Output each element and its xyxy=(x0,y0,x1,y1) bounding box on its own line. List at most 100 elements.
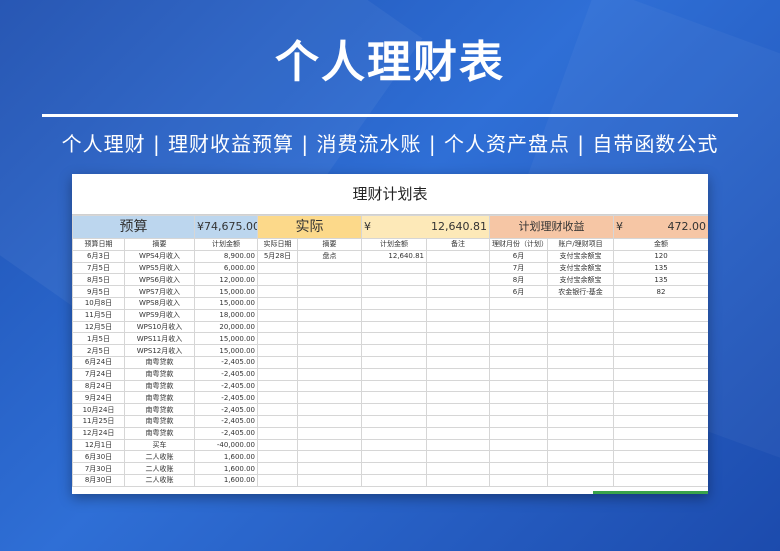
table-cell[interactable] xyxy=(613,473,708,487)
table-cell[interactable]: 南粤贷款 xyxy=(124,355,195,369)
table-cell[interactable]: 7月24日 xyxy=(72,367,125,381)
table-cell[interactable] xyxy=(489,320,549,334)
table-cell[interactable]: 盘点 xyxy=(297,249,362,263)
table-cell[interactable]: 南粤贷款 xyxy=(124,403,195,416)
table-cell[interactable]: 6月 xyxy=(489,249,549,263)
table-cell[interactable]: 7月5日 xyxy=(72,261,125,275)
table-cell[interactable]: 6,000.00 xyxy=(194,261,258,275)
table-cell[interactable] xyxy=(547,332,615,346)
table-cell[interactable]: WPS6月收入 xyxy=(124,273,195,287)
table-cell[interactable] xyxy=(489,414,549,428)
table-cell[interactable] xyxy=(489,296,549,310)
table-cell[interactable]: 9月5日 xyxy=(72,285,125,298)
table-cell[interactable]: -40,000.00 xyxy=(194,438,258,452)
table-cell[interactable]: 8月 xyxy=(489,273,549,287)
table-cell[interactable] xyxy=(257,473,298,487)
table-cell[interactable] xyxy=(361,296,427,310)
table-cell[interactable] xyxy=(257,285,298,298)
table-cell[interactable] xyxy=(297,473,362,487)
table-cell[interactable] xyxy=(297,296,362,310)
table-cell[interactable]: 支付宝余额宝 xyxy=(547,273,615,287)
table-cell[interactable]: WPS9月收入 xyxy=(124,308,195,322)
table-cell[interactable] xyxy=(297,379,362,393)
table-cell[interactable]: 135 xyxy=(613,261,708,275)
table-cell[interactable]: -2,405.00 xyxy=(194,403,258,416)
table-cell[interactable] xyxy=(361,273,427,287)
table-cell[interactable]: 12月24日 xyxy=(72,426,125,440)
table-cell[interactable]: 南粤贷款 xyxy=(124,379,195,393)
table-cell[interactable] xyxy=(361,414,427,428)
table-cell[interactable]: 2月5日 xyxy=(72,344,125,357)
table-cell[interactable] xyxy=(297,403,362,416)
table-cell[interactable]: 南粤贷款 xyxy=(124,414,195,428)
table-cell[interactable] xyxy=(613,332,708,346)
table-cell[interactable] xyxy=(361,285,427,298)
table-cell[interactable] xyxy=(257,261,298,275)
table-cell[interactable] xyxy=(425,438,491,452)
table-cell[interactable] xyxy=(613,414,708,428)
table-cell[interactable] xyxy=(297,308,362,322)
table-cell[interactable] xyxy=(489,344,549,357)
table-cell[interactable] xyxy=(257,367,298,381)
table-cell[interactable] xyxy=(361,462,427,475)
table-cell[interactable]: 8月24日 xyxy=(72,379,125,393)
table-cell[interactable]: WPS7月收入 xyxy=(124,285,195,298)
table-cell[interactable] xyxy=(361,261,427,275)
table-cell[interactable] xyxy=(547,344,615,357)
table-cell[interactable] xyxy=(547,403,615,416)
table-cell[interactable] xyxy=(425,403,491,416)
table-cell[interactable]: 二人收账 xyxy=(124,462,195,475)
table-cell[interactable] xyxy=(361,391,427,405)
table-cell[interactable] xyxy=(489,355,549,369)
table-cell[interactable] xyxy=(489,473,549,487)
table-cell[interactable] xyxy=(361,308,427,322)
table-cell[interactable] xyxy=(547,296,615,310)
table-cell[interactable]: 82 xyxy=(613,285,708,298)
table-cell[interactable] xyxy=(297,273,362,287)
table-cell[interactable] xyxy=(547,355,615,369)
table-cell[interactable] xyxy=(613,308,708,322)
table-cell[interactable] xyxy=(361,344,427,357)
table-cell[interactable] xyxy=(547,438,615,452)
table-cell[interactable] xyxy=(257,355,298,369)
table-cell[interactable]: -2,405.00 xyxy=(194,414,258,428)
table-cell[interactable] xyxy=(257,450,298,464)
column-header[interactable]: 摘要 xyxy=(124,238,195,251)
table-cell[interactable]: 6月 xyxy=(489,285,549,298)
table-cell[interactable] xyxy=(297,355,362,369)
table-cell[interactable] xyxy=(297,332,362,346)
table-cell[interactable] xyxy=(489,462,549,475)
table-cell[interactable] xyxy=(613,379,708,393)
table-cell[interactable] xyxy=(613,391,708,405)
table-cell[interactable]: 农金银行-基金 xyxy=(547,285,615,298)
table-cell[interactable] xyxy=(425,379,491,393)
table-cell[interactable] xyxy=(257,414,298,428)
table-cell[interactable]: 1,600.00 xyxy=(194,473,258,487)
table-cell[interactable] xyxy=(297,438,362,452)
table-cell[interactable] xyxy=(425,308,491,322)
table-cell[interactable] xyxy=(425,462,491,475)
table-cell[interactable] xyxy=(489,438,549,452)
column-header[interactable]: 理财月份（计划） xyxy=(489,238,549,251)
table-cell[interactable]: 12,640.81 xyxy=(361,249,427,263)
table-cell[interactable] xyxy=(257,308,298,322)
table-cell[interactable] xyxy=(489,332,549,346)
table-cell[interactable] xyxy=(425,367,491,381)
table-cell[interactable]: 11月5日 xyxy=(72,308,125,322)
table-cell[interactable] xyxy=(361,438,427,452)
table-cell[interactable]: 支付宝余额宝 xyxy=(547,249,615,263)
table-cell[interactable] xyxy=(489,403,549,416)
table-cell[interactable] xyxy=(297,261,362,275)
table-cell[interactable] xyxy=(257,391,298,405)
table-cell[interactable] xyxy=(547,462,615,475)
table-cell[interactable] xyxy=(257,332,298,346)
table-cell[interactable] xyxy=(257,462,298,475)
table-cell[interactable] xyxy=(547,320,615,334)
table-cell[interactable]: 7月30日 xyxy=(72,462,125,475)
table-cell[interactable] xyxy=(613,320,708,334)
table-cell[interactable] xyxy=(297,426,362,440)
table-cell[interactable]: -2,405.00 xyxy=(194,379,258,393)
table-cell[interactable] xyxy=(257,296,298,310)
table-cell[interactable] xyxy=(297,414,362,428)
table-cell[interactable] xyxy=(361,332,427,346)
